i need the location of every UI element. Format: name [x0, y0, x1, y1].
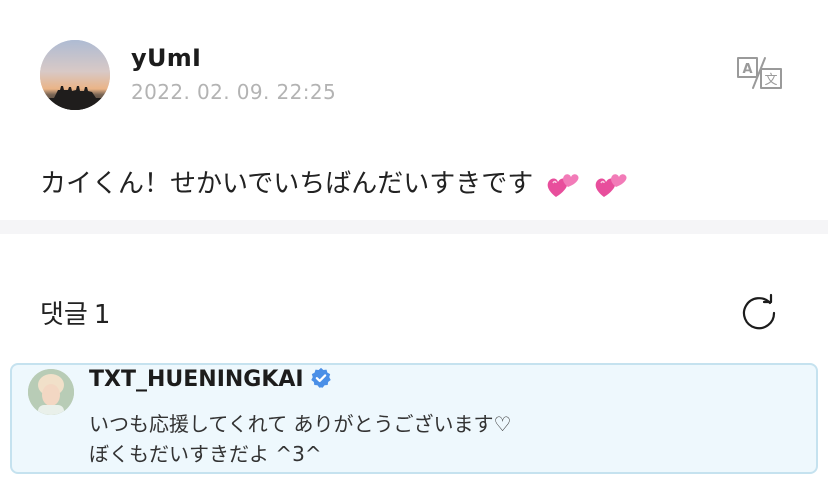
revolving-hearts-icon — [595, 173, 627, 197]
comment-avatar-image — [28, 369, 74, 415]
comment-body: いつも応援してくれて ありがとうございます♡ ぼくもだいすきだよ ^3^ — [89, 409, 512, 469]
section-divider — [0, 220, 828, 234]
comment-author-name: TXT_HUENINGKAI — [89, 367, 304, 392]
refresh-icon — [742, 293, 776, 330]
post-text: カイくん！せかいでいちばんだいすきです — [40, 169, 534, 199]
translate-icon: A 文 — [737, 57, 782, 89]
refresh-comments-button[interactable] — [740, 293, 778, 331]
comment-author-avatar[interactable] — [28, 369, 74, 415]
comments-header: 댓글 1 — [40, 294, 116, 331]
comment-line: いつも応援してくれて ありがとうございます♡ — [89, 412, 512, 436]
svg-text:文: 文 — [764, 73, 777, 88]
post-body: カイくん！せかいでいちばんだいすきです — [40, 164, 630, 204]
artist-comment-card[interactable]: TXT_HUENINGKAI いつも応援してくれて ありがとうございます♡ ぼく… — [10, 363, 818, 474]
post-timestamp: 2022. 02. 09. 22:25 — [131, 80, 337, 104]
post-header: yUmI 2022. 02. 09. 22:25 A 文 — [40, 40, 800, 110]
post-detail-page: yUmI 2022. 02. 09. 22:25 A 文 カイくん！せかいでいち… — [0, 0, 828, 502]
verified-badge-icon — [310, 367, 331, 388]
author-avatar[interactable] — [40, 40, 110, 110]
avatar-image — [40, 40, 110, 110]
comment-line: ぼくもだいすきだよ ^3^ — [89, 442, 322, 466]
comment-author[interactable]: TXT_HUENINGKAI — [89, 367, 332, 392]
comments-count: 1 — [93, 300, 111, 330]
translate-button[interactable]: A 文 — [735, 55, 787, 91]
post-author-name[interactable]: yUmI — [131, 44, 201, 72]
comments-label: 댓글 — [40, 300, 88, 330]
svg-text:A: A — [742, 62, 752, 77]
revolving-hearts-icon — [547, 173, 579, 197]
